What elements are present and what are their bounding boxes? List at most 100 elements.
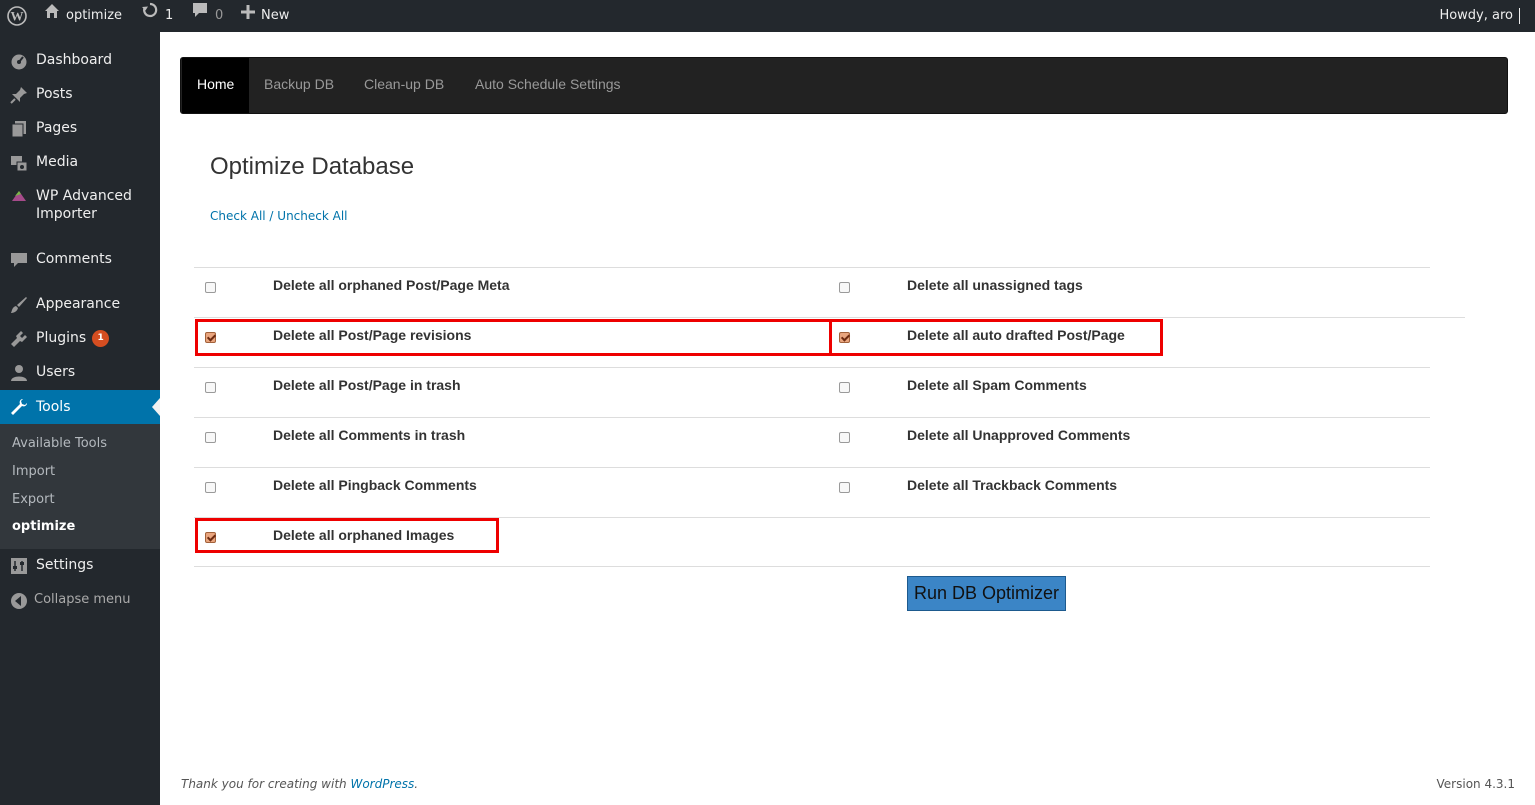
sidebar-item-label: Media — [36, 154, 79, 170]
sidebar-item-label: Settings — [36, 557, 94, 573]
check-all-link[interactable]: Check All — [210, 209, 266, 223]
option-label: Delete all Comments in trash — [273, 427, 466, 443]
submenu-import[interactable]: Import — [12, 464, 55, 479]
tab-backup-db[interactable]: Backup DB — [249, 58, 349, 113]
user-icon — [9, 363, 29, 383]
sidebar-item-label: Plugins — [36, 330, 87, 346]
comment-bubble-icon — [191, 0, 209, 32]
sidebar-item-dashboard[interactable]: Dashboard — [0, 51, 160, 73]
collapse-icon — [9, 591, 29, 611]
tab-clean-up-db[interactable]: Clean-up DB — [349, 58, 459, 113]
option-checkbox[interactable] — [205, 332, 216, 343]
option-checkbox[interactable] — [839, 282, 850, 293]
comments-count: 0 — [215, 8, 224, 23]
wordpress-logo-icon[interactable]: W — [7, 0, 27, 32]
sidebar-item-comments[interactable]: Comments — [0, 250, 160, 272]
submenu-optimize[interactable]: optimize — [12, 519, 75, 534]
plus-icon — [241, 0, 255, 32]
option-label: Delete all auto drafted Post/Page — [907, 327, 1125, 343]
sidebar-item-plugins[interactable]: Plugins 1 — [0, 329, 160, 351]
sidebar-item-label: Dashboard — [36, 52, 112, 68]
pages-icon — [9, 119, 29, 139]
site-name: optimize — [66, 8, 123, 23]
option-checkbox[interactable] — [839, 482, 850, 493]
footer-thanks: Thank you for creating with WordPress. — [181, 777, 418, 791]
settings-icon — [9, 556, 29, 576]
tab-home[interactable]: Home — [182, 58, 250, 113]
check-links: Check All / Uncheck All — [210, 209, 348, 223]
footer-thanks-prefix: Thank you for creating with — [181, 777, 351, 791]
option-checkbox[interactable] — [205, 382, 216, 393]
sidebar-item-users[interactable]: Users — [0, 363, 160, 385]
admin-sidebar: Dashboard Posts Pages Media WP Advanced … — [0, 32, 160, 805]
option-checkbox[interactable] — [205, 432, 216, 443]
sidebar-item-label: Pages — [36, 120, 78, 136]
plugin-tab-nav: Home Backup DB Clean-up DB Auto Schedule… — [180, 57, 1508, 114]
option-label: Delete all Unapproved Comments — [907, 427, 1131, 443]
sidebar-item-label: Appearance — [36, 296, 121, 312]
brush-icon — [9, 295, 29, 315]
pin-icon — [9, 85, 29, 105]
table-row: Delete all Pingback Comments Delete all … — [194, 467, 1430, 517]
plugins-update-badge: 1 — [92, 329, 110, 347]
comments-link[interactable]: 0 — [191, 0, 223, 32]
option-checkbox[interactable] — [205, 532, 216, 543]
option-checkbox[interactable] — [839, 332, 850, 343]
option-label: Delete all Post/Page revisions — [273, 327, 472, 343]
footer-version: Version 4.3.1 — [1436, 777, 1515, 791]
sidebar-item-pages[interactable]: Pages — [0, 119, 160, 141]
option-label: Delete all orphaned Post/Page Meta — [273, 277, 510, 293]
home-icon — [44, 0, 60, 32]
sidebar-item-label: Comments — [36, 251, 112, 267]
tab-auto-schedule-settings[interactable]: Auto Schedule Settings — [460, 58, 636, 113]
wrench-icon — [9, 397, 29, 417]
my-account-link[interactable]: Howdy, aro — [1439, 0, 1520, 32]
table-row: Delete all orphaned Images — [194, 517, 1430, 567]
sidebar-item-label: WP Advanced Importer — [36, 188, 132, 222]
site-name-link[interactable]: optimize — [44, 0, 122, 32]
sidebar-item-media[interactable]: Media — [0, 153, 160, 175]
sidebar-item-wp-advanced-importer[interactable]: WP Advanced Importer — [0, 187, 160, 227]
dashboard-icon — [9, 51, 29, 71]
option-label: Delete all unassigned tags — [907, 277, 1083, 293]
uncheck-all-link[interactable]: Uncheck All — [277, 209, 347, 223]
new-label: New — [261, 8, 290, 23]
table-row: Delete all Comments in trash Delete all … — [194, 417, 1430, 467]
run-db-optimizer-button[interactable]: Run DB Optimizer — [907, 576, 1066, 611]
page-title: Optimize Database — [210, 153, 415, 180]
option-label: Delete all Pingback Comments — [273, 477, 477, 493]
svg-text:W: W — [11, 9, 24, 24]
new-content-link[interactable]: New — [241, 0, 289, 32]
updates-count: 1 — [165, 8, 174, 23]
submenu-export[interactable]: Export — [12, 492, 55, 507]
option-checkbox[interactable] — [205, 282, 216, 293]
check-links-separator: / — [265, 209, 278, 223]
option-label: Delete all Post/Page in trash — [273, 377, 461, 393]
option-checkbox[interactable] — [839, 382, 850, 393]
table-row: Delete all Post/Page in trash Delete all… — [194, 367, 1430, 417]
table-row: Delete all orphaned Post/Page Meta Delet… — [194, 267, 1430, 317]
howdy-text: Howdy, aro — [1439, 8, 1513, 23]
updates-link[interactable]: 1 — [141, 0, 173, 32]
importer-icon — [9, 187, 29, 207]
plug-icon — [9, 329, 29, 349]
submenu-available-tools[interactable]: Available Tools — [12, 436, 107, 451]
sidebar-item-appearance[interactable]: Appearance — [0, 295, 160, 317]
option-label: Delete all Trackback Comments — [907, 477, 1118, 493]
sidebar-item-posts[interactable]: Posts — [0, 85, 160, 107]
option-checkbox[interactable] — [205, 482, 216, 493]
comment-icon — [9, 250, 29, 270]
option-checkbox[interactable] — [839, 432, 850, 443]
table-row: Delete all Post/Page revisions Delete al… — [194, 317, 1465, 367]
admin-bar: W optimize 1 0 New Howdy, aro — [0, 0, 1535, 32]
sidebar-item-plugins-label-wrap: Plugins 1 — [36, 329, 110, 347]
sidebar-item-settings[interactable]: Settings — [0, 556, 160, 578]
wordpress-link[interactable]: WordPress — [350, 777, 414, 791]
footer-thanks-suffix: . — [414, 777, 419, 791]
collapse-menu-button[interactable]: Collapse menu — [0, 591, 160, 613]
updates-icon — [141, 0, 159, 32]
sidebar-item-tools[interactable]: Tools — [0, 390, 160, 424]
tools-submenu: Available Tools Import Export optimize — [0, 424, 160, 549]
sidebar-item-label: Users — [36, 364, 76, 380]
media-icon — [9, 153, 29, 173]
